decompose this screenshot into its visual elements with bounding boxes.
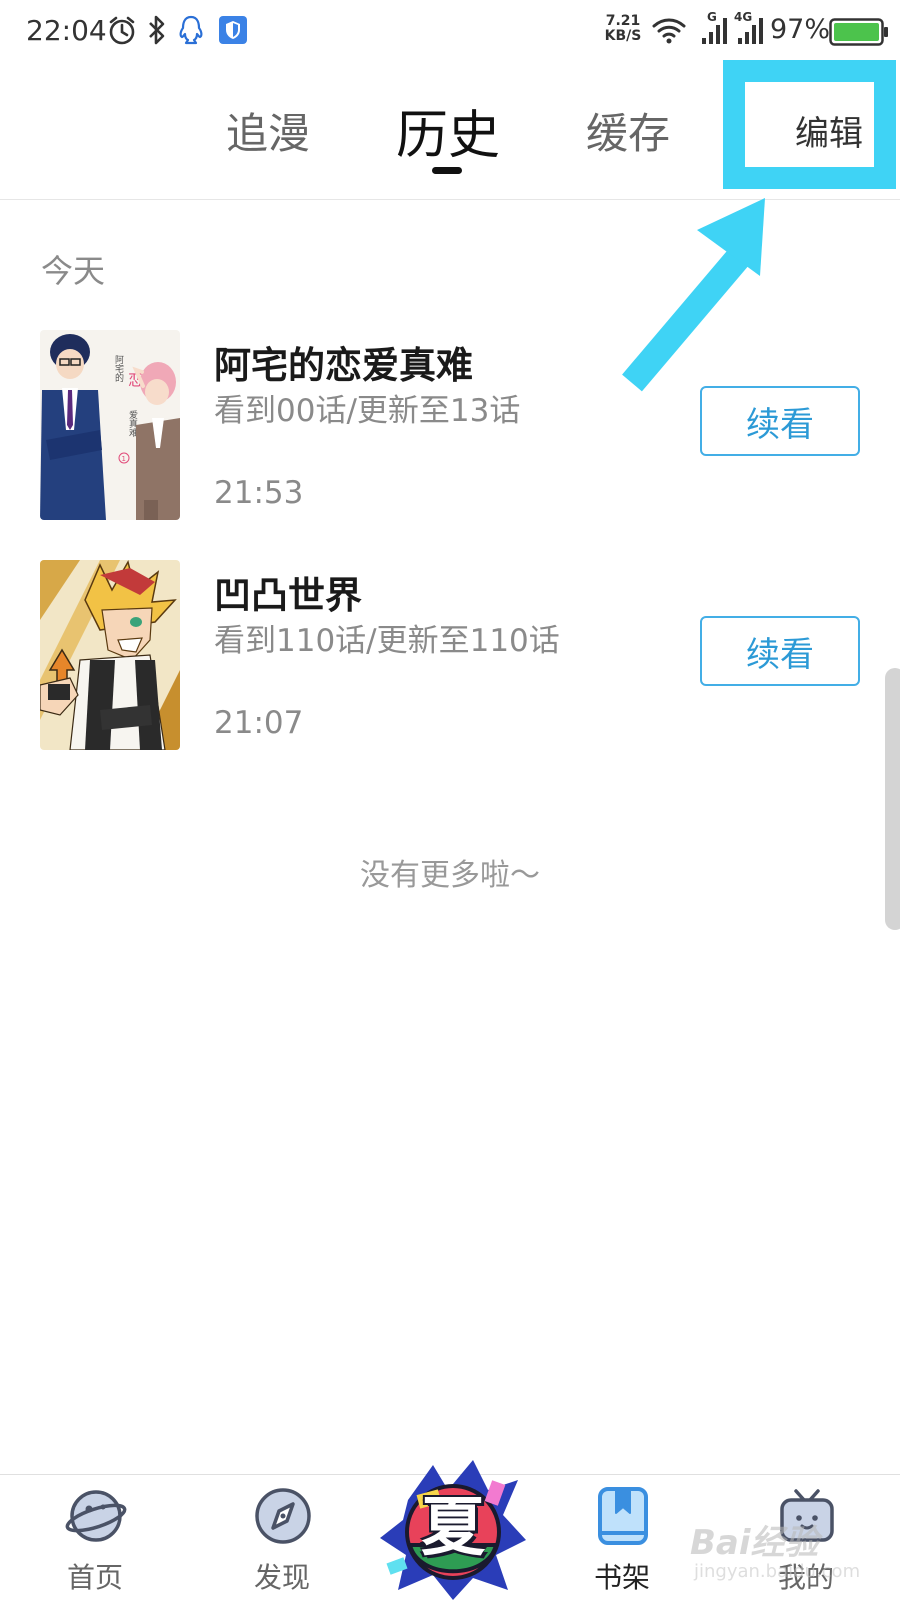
svg-text:1: 1 — [122, 455, 126, 463]
comic-cover[interactable] — [40, 560, 180, 750]
comic-cover[interactable]: 阿宅的 恋 爱真难 1 — [40, 330, 180, 520]
nav-label: 发现 — [253, 1561, 310, 1594]
reading-progress: 看到110话/更新至110话 — [214, 623, 560, 659]
watermark-text: Bai经验 — [690, 1523, 819, 1563]
comic-title[interactable]: 凹凸世界 — [214, 565, 362, 619]
watermark-sub: jingyan.baidu.com — [694, 1561, 861, 1582]
nav-label: 首页 — [66, 1561, 123, 1594]
comic-title[interactable]: 阿宅的恋爱真难 — [214, 335, 473, 389]
svg-text:爱真难: 爱真难 — [127, 410, 138, 438]
watermark: Bai经验 jingyan.baidu.com — [690, 1515, 880, 1595]
reading-progress: 看到00话/更新至13话 — [214, 393, 521, 429]
continue-reading-button[interactable]: 续看 — [700, 616, 860, 686]
nav-item-discover[interactable]: 发现 — [222, 1480, 342, 1600]
section-label-today: 今天 — [41, 252, 106, 290]
nav-item-summer-event[interactable]: 夏 — [378, 1460, 528, 1600]
read-time: 21:53 — [214, 475, 304, 511]
continue-reading-button[interactable]: 续看 — [700, 386, 860, 456]
nav-item-home[interactable]: 首页 — [35, 1480, 155, 1600]
compass-icon — [255, 1488, 311, 1544]
history-item[interactable]: 凹凸世界 看到110话/更新至110话 21:07 续看 — [0, 560, 900, 750]
bookshelf-icon — [598, 1487, 648, 1545]
svg-text:阿宅的: 阿宅的 — [113, 355, 124, 383]
nav-label: 书架 — [593, 1561, 650, 1594]
history-item[interactable]: 阿宅的 恋 爱真难 1 阿宅的恋爱真难 看到00话/更新至13话 21:53 续… — [0, 330, 900, 520]
summer-badge-text: 夏 — [421, 1491, 485, 1565]
planet-icon — [65, 1490, 127, 1542]
cover-art-aotu — [40, 560, 180, 750]
scroll-handle[interactable] — [885, 668, 900, 930]
cover-art-wotakoi: 阿宅的 恋 爱真难 1 — [40, 330, 180, 520]
no-more-text: 没有更多啦～ — [360, 858, 540, 893]
nav-item-bookshelf[interactable]: 书架 — [562, 1480, 682, 1600]
read-time: 21:07 — [214, 705, 304, 741]
